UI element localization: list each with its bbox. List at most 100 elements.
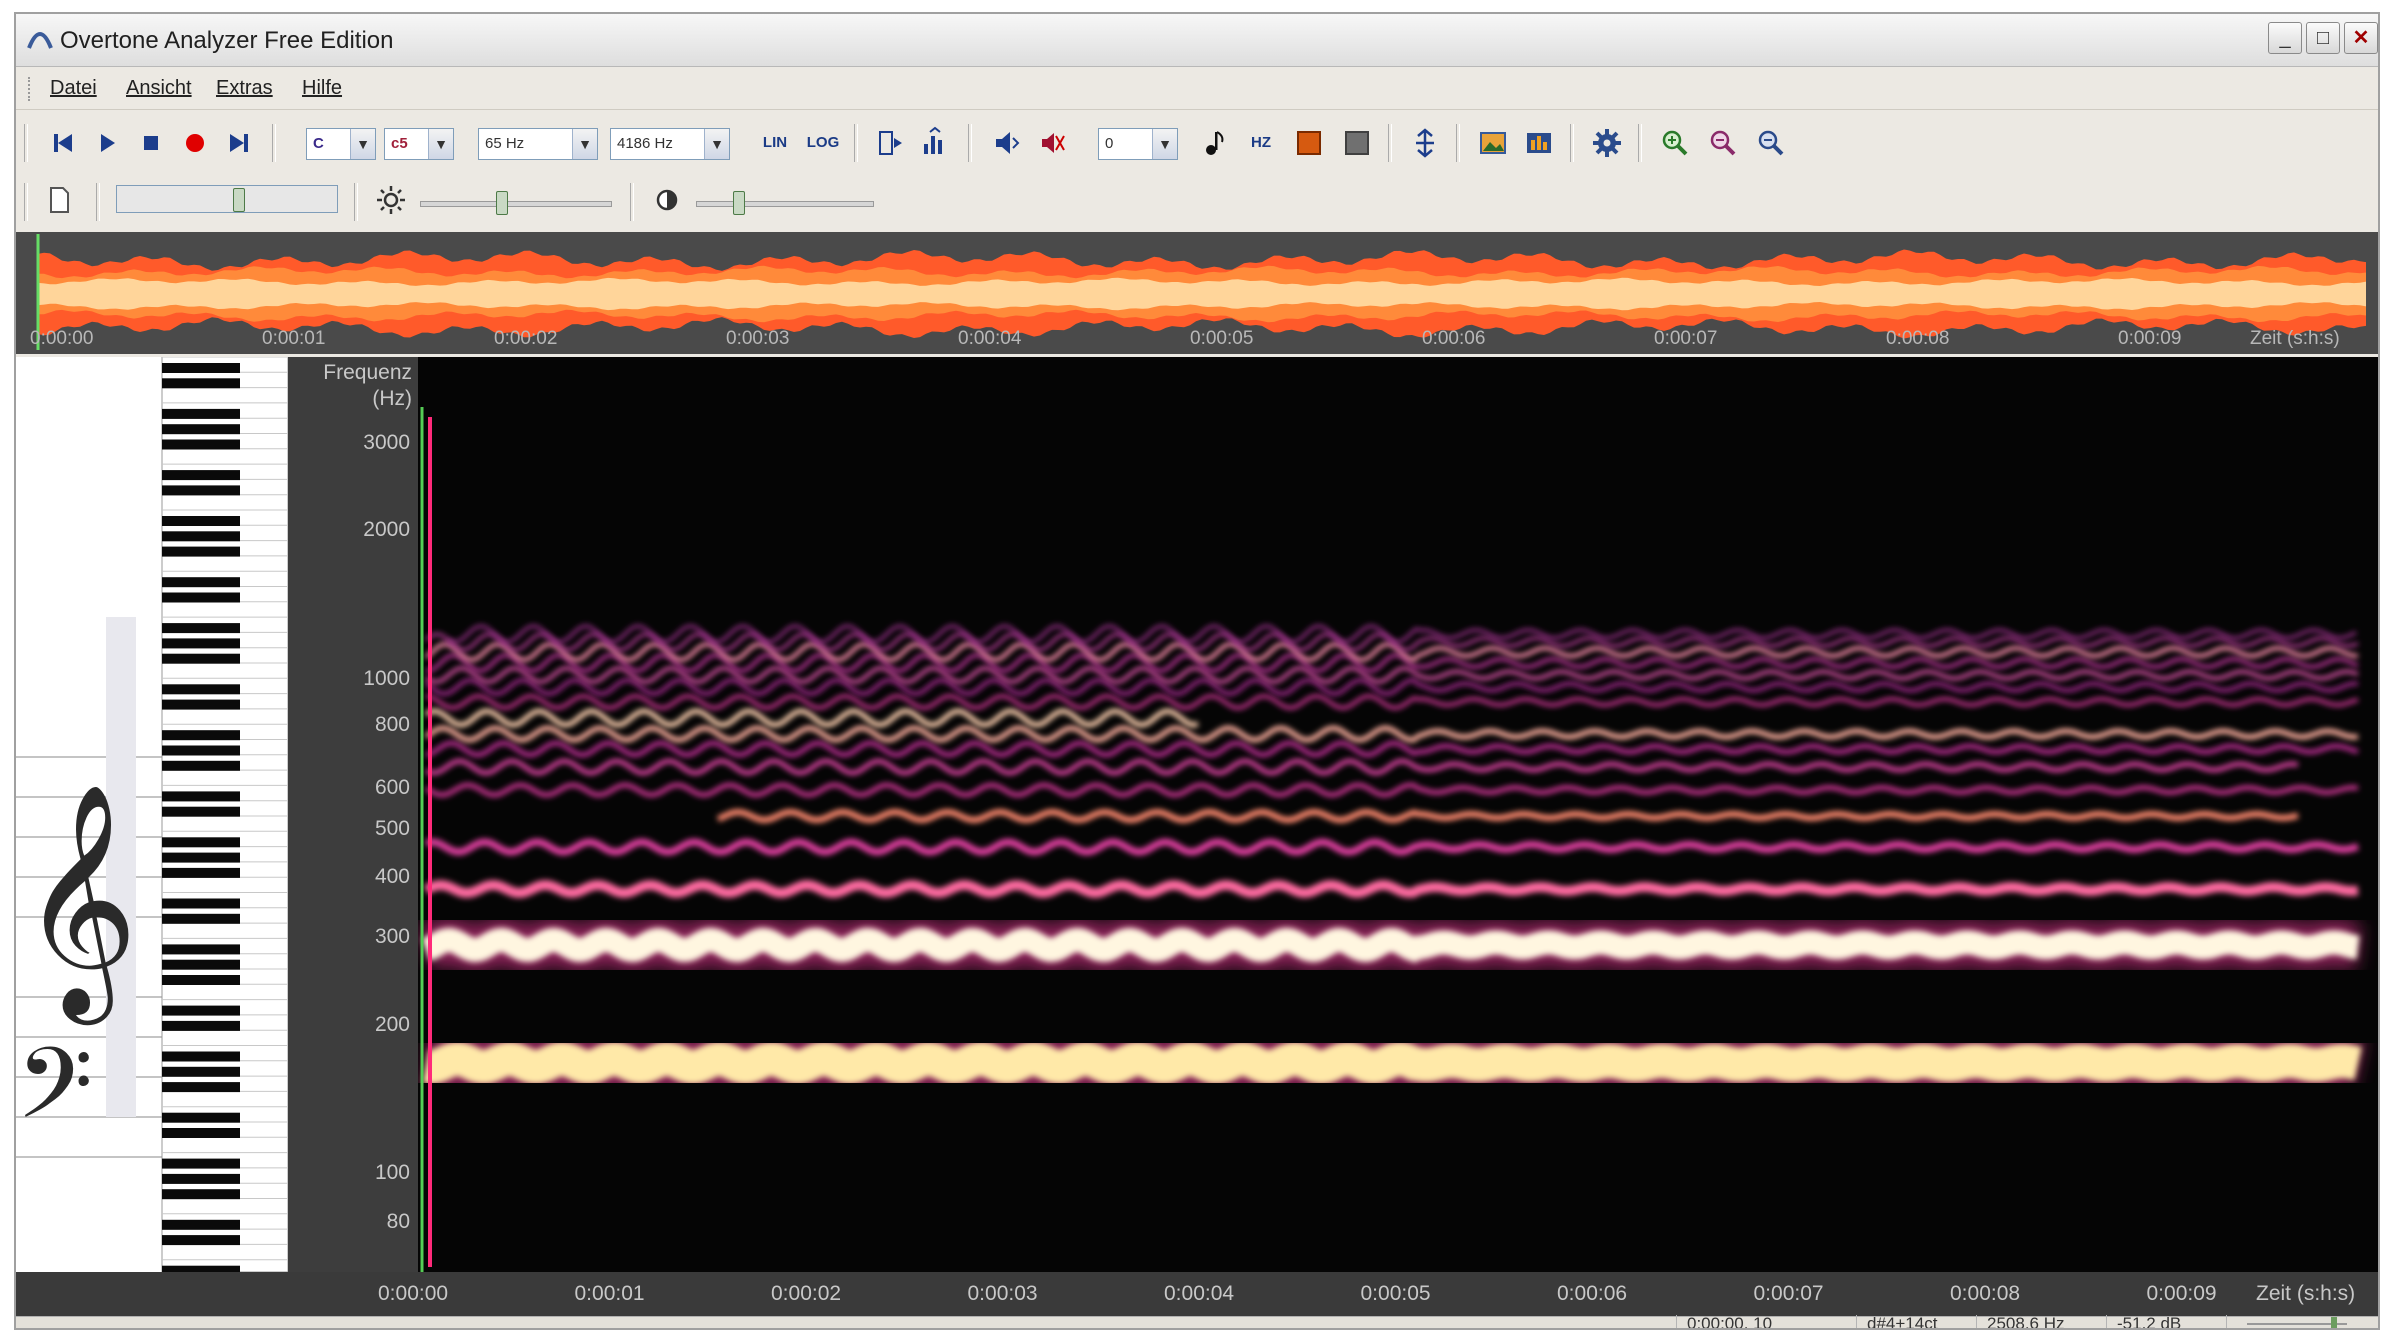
black-key[interactable] <box>162 760 240 771</box>
black-key[interactable] <box>162 638 240 649</box>
freq-max-select[interactable]: 4186 Hz ▼ <box>610 128 730 160</box>
split-view-icon[interactable] <box>1406 124 1444 162</box>
black-key[interactable] <box>162 1189 240 1200</box>
black-key[interactable] <box>162 439 240 450</box>
record-icon[interactable] <box>176 124 214 162</box>
piano-keyboard-panel[interactable]: 𝄞 𝄢 <box>16 357 289 1272</box>
cents-spinner[interactable]: 0 ▼ <box>1098 128 1178 160</box>
low-note-select[interactable]: C ▼ <box>306 128 376 160</box>
black-key[interactable] <box>162 837 240 848</box>
black-key[interactable] <box>162 623 240 634</box>
black-key[interactable] <box>162 944 240 955</box>
black-key[interactable] <box>162 730 240 741</box>
black-key[interactable] <box>162 1235 240 1246</box>
black-key[interactable] <box>162 898 240 909</box>
menu-hilfe[interactable]: Hilfe <box>302 77 342 100</box>
freq-tick-label: 2000 <box>363 518 410 541</box>
black-key[interactable] <box>162 470 240 481</box>
high-note-select[interactable]: c5 ▼ <box>384 128 454 160</box>
black-key[interactable] <box>162 959 240 970</box>
grayscale-map-icon[interactable] <box>1338 124 1376 162</box>
hz-button[interactable]: HZ <box>1242 124 1280 162</box>
gear-icon[interactable] <box>1588 124 1626 162</box>
black-key[interactable] <box>162 516 240 526</box>
chevron-down-icon[interactable]: ▼ <box>428 129 453 159</box>
skip-start-icon[interactable] <box>44 124 82 162</box>
black-key[interactable] <box>162 1005 240 1016</box>
volume-slider[interactable] <box>116 185 338 213</box>
black-key[interactable] <box>162 975 240 985</box>
zoom-fit-icon[interactable] <box>1752 124 1790 162</box>
black-key[interactable] <box>162 1051 240 1062</box>
note-icon[interactable] <box>1196 124 1234 162</box>
chevron-down-icon[interactable]: ▼ <box>704 129 729 159</box>
black-key[interactable] <box>162 1158 240 1169</box>
black-key[interactable] <box>162 1082 240 1093</box>
freq-min-select[interactable]: 65 Hz ▼ <box>478 128 598 160</box>
black-key[interactable] <box>162 791 240 802</box>
contrast-slider[interactable] <box>696 201 874 207</box>
black-key[interactable] <box>162 531 240 542</box>
speaker-icon[interactable] <box>988 124 1026 162</box>
chart-export-icon[interactable] <box>1520 124 1558 162</box>
black-key[interactable] <box>162 592 240 603</box>
status-zoom-slider[interactable] <box>2226 1315 2367 1328</box>
black-key[interactable] <box>162 363 240 373</box>
black-key[interactable] <box>162 684 240 695</box>
staff-and-keyboard[interactable]: 𝄞 𝄢 <box>16 357 288 1272</box>
menu-datei[interactable]: Datei <box>50 77 97 100</box>
new-document-icon[interactable] <box>40 181 78 219</box>
black-key[interactable] <box>162 653 240 664</box>
black-key[interactable] <box>162 1066 240 1077</box>
play-icon[interactable] <box>88 124 126 162</box>
log-scale-button[interactable]: LOG <box>804 124 842 162</box>
black-key[interactable] <box>162 1020 240 1031</box>
lin-scale-button[interactable]: LIN <box>756 124 794 162</box>
waveform-overview[interactable]: 0:00:00 0:00:01 0:00:02 0:00:03 0:00:04 0:00:… <box>16 232 2378 354</box>
spectrum-view-icon[interactable] <box>872 124 910 162</box>
time-tick-label: 0:00:01 <box>574 1282 645 1305</box>
status-level: -51.2 dB <box>2106 1315 2181 1328</box>
spectrogram-graphic[interactable] <box>418 357 2380 1272</box>
contrast-slider-thumb[interactable] <box>732 191 745 215</box>
black-key[interactable] <box>162 1219 240 1230</box>
menu-ansicht[interactable]: Ansicht <box>126 77 192 100</box>
color-map-icon[interactable] <box>1290 124 1328 162</box>
image-export-icon[interactable] <box>1474 124 1512 162</box>
volume-slider-thumb[interactable] <box>233 188 245 212</box>
toolbar-separator <box>1638 124 1642 162</box>
black-key[interactable] <box>162 852 240 863</box>
black-key[interactable] <box>162 378 240 389</box>
black-key[interactable] <box>162 745 240 756</box>
stop-icon[interactable] <box>132 124 170 162</box>
freq-tick-label: 3000 <box>363 431 410 454</box>
minimize-button[interactable]: _ <box>2268 22 2302 54</box>
menu-extras[interactable]: Extras <box>216 77 273 100</box>
black-key[interactable] <box>162 913 240 924</box>
black-key[interactable] <box>162 806 240 817</box>
brightness-slider[interactable] <box>420 201 612 207</box>
black-key[interactable] <box>162 577 240 588</box>
chevron-down-icon[interactable]: ▼ <box>1152 129 1177 159</box>
zoom-out-icon[interactable] <box>1704 124 1742 162</box>
black-key[interactable] <box>162 1173 240 1184</box>
spectrogram-view[interactable] <box>418 357 2380 1272</box>
black-key[interactable] <box>162 699 240 710</box>
brightness-slider-thumb[interactable] <box>495 191 508 215</box>
mute-icon[interactable] <box>1032 124 1070 162</box>
black-key[interactable] <box>162 408 240 419</box>
black-key[interactable] <box>162 485 240 496</box>
skip-end-icon[interactable] <box>220 124 258 162</box>
close-button[interactable]: ✕ <box>2344 22 2378 54</box>
zoom-in-icon[interactable] <box>1656 124 1694 162</box>
black-key[interactable] <box>162 424 240 435</box>
black-key[interactable] <box>162 546 240 557</box>
black-key[interactable] <box>162 867 240 878</box>
main-toolbar: C ▼ c5 ▼ 65 Hz ▼ 4186 Hz ▼ LIN LOG 0 ▼ H… <box>16 114 2378 174</box>
chevron-down-icon[interactable]: ▼ <box>572 129 597 159</box>
black-key[interactable] <box>162 1112 240 1123</box>
chevron-down-icon[interactable]: ▼ <box>350 129 375 159</box>
maximize-button[interactable]: □ <box>2306 22 2340 54</box>
overtone-view-icon[interactable] <box>916 124 954 162</box>
black-key[interactable] <box>162 1128 240 1138</box>
